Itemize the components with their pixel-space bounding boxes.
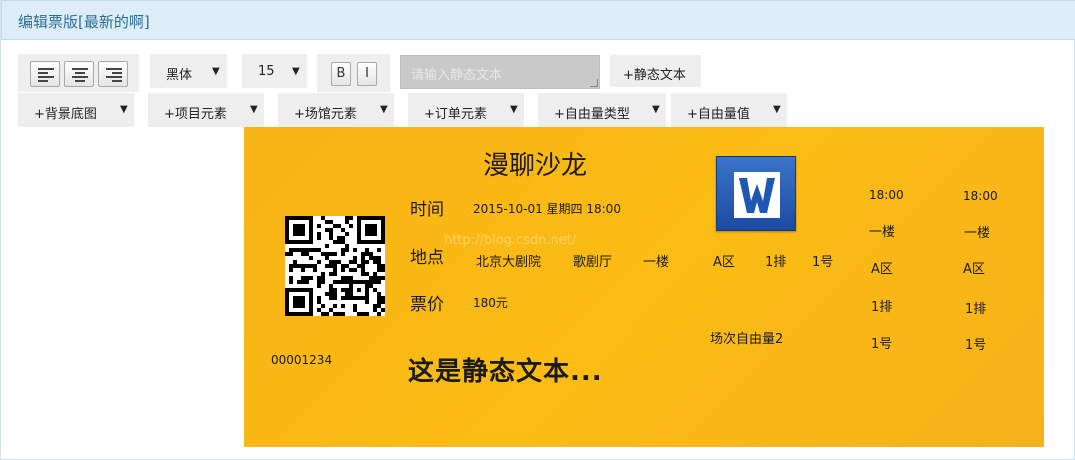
time-value[interactable]: 2015-10-01 星期四 18:00 xyxy=(473,200,621,217)
ticket-title[interactable]: 漫聊沙龙 xyxy=(483,145,587,182)
chevron-down-icon: ▼ xyxy=(212,66,220,77)
font-family-select[interactable]: 黑体 ▼ xyxy=(150,54,227,88)
stub2-seat[interactable]: 1号 xyxy=(965,334,986,353)
add-static-text-button[interactable]: +静态文本 xyxy=(610,55,701,87)
stub1-seat[interactable]: 1号 xyxy=(871,333,892,352)
font-style-group: B I xyxy=(317,54,390,92)
stub2-row[interactable]: 1排 xyxy=(965,298,986,317)
project-element-dropdown[interactable]: +项目元素 ▼ xyxy=(148,93,264,127)
free-var-value-dropdown[interactable]: +自由量值 ▼ xyxy=(671,93,787,127)
stub2-time[interactable]: 18:00 xyxy=(963,189,998,203)
dropdown-label: +场馆元素 xyxy=(294,107,357,122)
align-right-button[interactable] xyxy=(98,61,128,87)
dropdown-label: +自由量值 xyxy=(687,107,750,122)
bold-button[interactable]: B xyxy=(331,62,351,86)
edit-ticket-panel: 编辑票版[最新的啊] 黑体 ▼ 15 ▼ B I +静态 xyxy=(0,0,1075,460)
align-center-button[interactable] xyxy=(64,61,94,87)
ticket-canvas[interactable]: http://blog.csdn.net/ 漫聊沙龙 时间 2015-10-01… xyxy=(244,127,1044,447)
price-label[interactable]: 票价 xyxy=(410,290,444,315)
stub1-row[interactable]: 1排 xyxy=(871,296,892,315)
font-size-value: 15 xyxy=(258,64,275,79)
order-element-dropdown[interactable]: +订单元素 ▼ xyxy=(408,93,524,127)
font-size-select[interactable]: 15 ▼ xyxy=(242,54,307,88)
dropdown-label: +订单元素 xyxy=(424,107,487,122)
panel-header: 编辑票版[最新的啊] xyxy=(1,0,1075,40)
venue-name[interactable]: 北京大剧院 xyxy=(476,251,541,270)
row-value[interactable]: 1排 xyxy=(765,251,786,270)
stub1-floor[interactable]: 一楼 xyxy=(869,221,895,240)
add-static-text-label: +静态文本 xyxy=(623,68,686,83)
align-left-button[interactable] xyxy=(30,61,60,87)
panel-title: 编辑票版[最新的啊] xyxy=(18,13,150,31)
dropdown-label: +自由量类型 xyxy=(554,107,630,122)
floor-value[interactable]: 一楼 xyxy=(643,251,669,270)
chevron-down-icon: ▼ xyxy=(652,104,660,115)
chevron-down-icon: ▼ xyxy=(773,104,781,115)
stub1-area[interactable]: A区 xyxy=(871,258,893,277)
place-label[interactable]: 地点 xyxy=(410,243,444,268)
chevron-down-icon: ▼ xyxy=(292,66,300,77)
alignment-group xyxy=(18,54,139,92)
time-label[interactable]: 时间 xyxy=(410,195,444,220)
stub1-time[interactable]: 18:00 xyxy=(869,188,904,202)
hall-name[interactable]: 歌剧厅 xyxy=(573,251,612,270)
chevron-down-icon: ▼ xyxy=(250,104,258,115)
seat-value[interactable]: 1号 xyxy=(812,251,833,270)
wps-writer-logo-icon[interactable] xyxy=(716,156,796,231)
static-text-input[interactable] xyxy=(400,55,600,89)
static-text[interactable]: 这是静态文本... xyxy=(408,351,603,388)
watermark-text: http://blog.csdn.net/ xyxy=(444,233,577,248)
qr-code-icon[interactable] xyxy=(285,216,385,316)
dropdown-label: +项目元素 xyxy=(164,107,227,122)
resize-handle[interactable] xyxy=(590,79,598,87)
free-var-type-dropdown[interactable]: +自由量类型 ▼ xyxy=(538,93,666,127)
align-center-icon xyxy=(72,68,88,82)
free-var-value[interactable]: 场次自由量2 xyxy=(710,328,783,347)
italic-button[interactable]: I xyxy=(357,62,377,86)
chevron-down-icon: ▼ xyxy=(510,104,518,115)
price-value[interactable]: 180元 xyxy=(473,294,508,311)
venue-element-dropdown[interactable]: +场馆元素 ▼ xyxy=(278,93,394,127)
font-family-value: 黑体 xyxy=(166,68,193,83)
align-right-icon xyxy=(106,68,122,82)
stub2-area[interactable]: A区 xyxy=(963,258,985,277)
dropdown-label: +背景底图 xyxy=(34,107,97,122)
chevron-down-icon: ▼ xyxy=(120,104,128,115)
serial-number[interactable]: 00001234 xyxy=(271,353,332,367)
chevron-down-icon: ▼ xyxy=(380,104,388,115)
area-value[interactable]: A区 xyxy=(713,251,735,270)
background-image-dropdown[interactable]: +背景底图 ▼ xyxy=(18,93,134,127)
stub2-floor[interactable]: 一楼 xyxy=(964,222,990,241)
align-left-icon xyxy=(38,68,54,82)
